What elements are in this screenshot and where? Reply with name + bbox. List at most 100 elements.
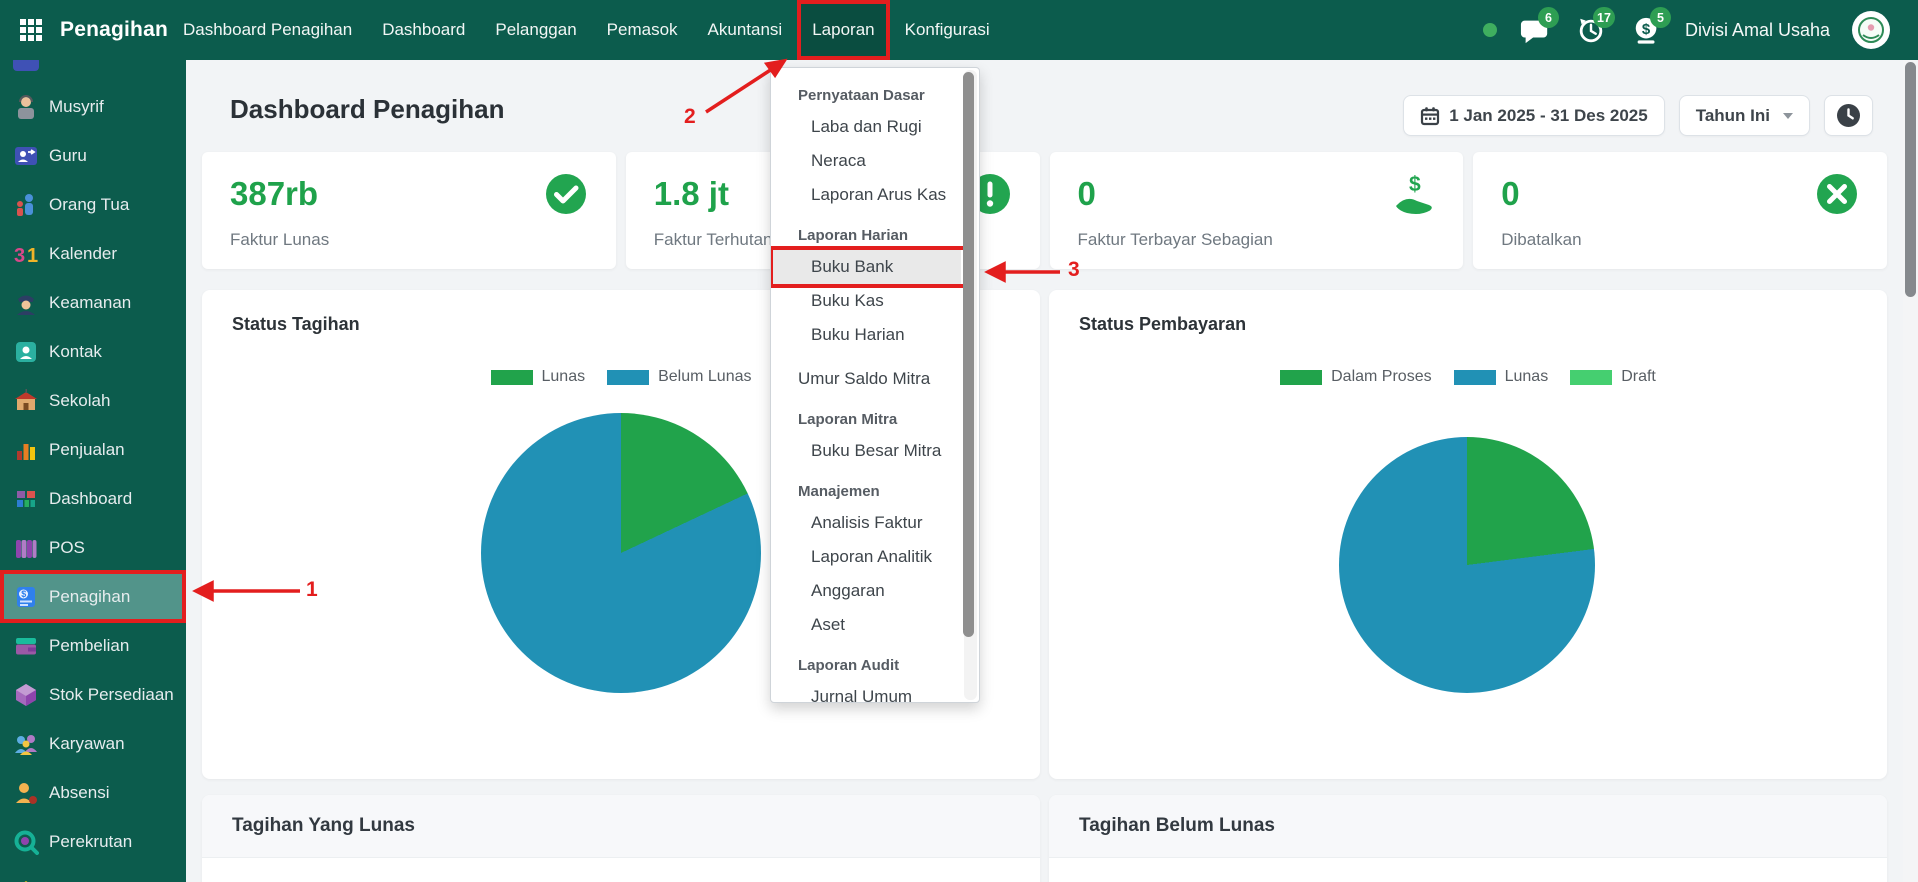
menu-item-anggaran[interactable]: Anggaran: [771, 574, 961, 608]
sidebar-item-label: Kontak: [49, 341, 102, 361]
laporan-dropdown-menu: Pernyataan Dasar Laba dan Rugi Neraca Lapor…: [770, 67, 980, 703]
guru-icon: [13, 143, 39, 169]
menu-item-buku-kas[interactable]: Buku Kas: [771, 284, 961, 318]
division-label[interactable]: Divisi Amal Usaha: [1685, 20, 1830, 41]
sidebar-item-cuti[interactable]: Cuti: [0, 866, 186, 882]
pie-chart-status-pembayaran: [1339, 437, 1595, 693]
period-select[interactable]: Tahun Ini: [1678, 95, 1810, 136]
page-scrollbar-track[interactable]: [1903, 60, 1918, 882]
sidebar-item-kontak[interactable]: Kontak: [0, 327, 186, 376]
menu-section-header: Laporan Harian: [798, 227, 909, 244]
user-avatar[interactable]: [1852, 11, 1890, 49]
perekrutan-icon: [13, 829, 39, 855]
stat-value: 0: [1077, 175, 1096, 212]
sidebar-item-label: Perekrutan: [49, 831, 133, 851]
notification-badge: 5: [1649, 7, 1671, 28]
clipped-icon: [13, 60, 39, 71]
stat-label: Dibatalkan: [1501, 230, 1582, 249]
sidebar-item-clipped[interactable]: [0, 60, 186, 82]
sekolah-icon: [13, 388, 39, 414]
pos-icon: [13, 535, 39, 561]
chevron-down-icon: [1783, 112, 1793, 119]
menu-item-jurnal-umum[interactable]: Jurnal Umum: [771, 680, 961, 702]
nav-item-dashboard[interactable]: Dashboard: [367, 0, 480, 60]
menu-section-header: Laporan Mitra: [798, 411, 898, 428]
sidebar-item-label: Penagihan: [49, 586, 131, 606]
menu-item-buku-besar-mitra[interactable]: Buku Besar Mitra: [771, 434, 961, 468]
dropdown-scrollbar-track[interactable]: [963, 70, 977, 700]
menu-section-header: Manajemen: [798, 483, 880, 500]
sidebar-item-pos[interactable]: POS: [0, 523, 186, 572]
nav-item-dashboard-penagihan[interactable]: Dashboard Penagihan: [168, 0, 367, 60]
sidebar-item-keamanan[interactable]: Keamanan: [0, 278, 186, 327]
sidebar-item-absensi[interactable]: Absensi: [0, 768, 186, 817]
check-circle-icon: [544, 172, 588, 216]
nav-item-konfigurasi[interactable]: Konfigurasi: [890, 0, 1005, 60]
panel-title: Tagihan Yang Lunas: [202, 795, 1040, 858]
absensi-icon: [13, 780, 39, 806]
date-range-button[interactable]: 1 Jan 2025 - 31 Des 2025: [1403, 95, 1665, 136]
sidebar-item-stok-persediaan[interactable]: Stok Persediaan: [0, 670, 186, 719]
nav-item-pemasok[interactable]: Pemasok: [592, 0, 693, 60]
history-icon[interactable]: 17: [1575, 7, 1615, 46]
brand-block[interactable]: Penagihan: [0, 17, 168, 43]
x-circle-icon: [1815, 172, 1859, 216]
legend-item-lunas[interactable]: Lunas: [1453, 368, 1548, 386]
sidebar-item-perekrutan[interactable]: Perekrutan: [0, 817, 186, 866]
menu-item-buku-bank[interactable]: Buku Bank: [771, 246, 975, 288]
sidebar-item-orang-tua[interactable]: Orang Tua: [0, 180, 186, 229]
apps-grid-icon[interactable]: [18, 17, 44, 43]
cash-icon[interactable]: $5: [1631, 7, 1671, 46]
legend-item-lunas[interactable]: Lunas: [490, 368, 585, 386]
pie-chart-status-tagihan: [481, 413, 761, 693]
legend-label: Belum Lunas: [658, 368, 752, 385]
kalender-icon: 31: [13, 241, 39, 267]
legend-swatch: [1453, 369, 1496, 385]
nav-item-akuntansi[interactable]: Akuntansi: [693, 0, 798, 60]
menu-item-neraca[interactable]: Neraca: [771, 144, 961, 178]
page-scrollbar-thumb[interactable]: [1905, 62, 1916, 297]
stats-row: 387rb Faktur Lunas 1.8 jt Faktur Terhutang 0…: [202, 152, 1887, 269]
main-menu: Dashboard Penagihan Dashboard Pelanggan Pem…: [168, 0, 1005, 60]
stat-card-faktur-lunas: 387rb Faktur Lunas: [202, 152, 616, 269]
sidebar-item-guru[interactable]: Guru: [0, 131, 186, 180]
menu-item-laporan-analitik[interactable]: Laporan Analitik: [771, 540, 961, 574]
chat-icon[interactable]: 6: [1519, 7, 1559, 46]
sidebar-item-label: Kalender: [49, 243, 118, 263]
menu-item-umur-saldo-mitra[interactable]: Umur Saldo Mitra: [771, 362, 961, 396]
nav-item-pelanggan[interactable]: Pelanggan: [480, 0, 591, 60]
menu-item-analisis-faktur[interactable]: Analisis Faktur: [771, 506, 961, 540]
orang-tua-icon: [13, 192, 39, 218]
sidebar-item-label: Orang Tua: [49, 194, 130, 214]
legend-item-draft[interactable]: Draft: [1570, 368, 1656, 386]
sidebar-item-pembelian[interactable]: Pembelian: [0, 621, 186, 670]
legend-swatch: [490, 369, 533, 385]
sidebar-item-sekolah[interactable]: Sekolah: [0, 376, 186, 425]
karyawan-icon: [13, 731, 39, 757]
legend-item-belum-lunas[interactable]: Belum Lunas: [607, 368, 751, 386]
sidebar-item-kalender[interactable]: 3 1 Kalender: [0, 229, 186, 278]
sidebar-item-label: POS: [49, 537, 85, 557]
sidebar-item-label: Dashboard: [49, 488, 133, 508]
sidebar-item-musyrif[interactable]: Musyrif: [0, 82, 186, 131]
menu-item-laporan-arus-kas[interactable]: Laporan Arus Kas: [771, 178, 961, 212]
main-content: Dashboard Penagihan 1 Jan 2025 - 31 Des …: [186, 60, 1903, 882]
legend-item-dalam-proses[interactable]: Dalam Proses: [1280, 368, 1432, 386]
legend-swatch: [1280, 369, 1323, 385]
navbar-right: 6 17 $5 Divisi Amal Usaha: [1482, 7, 1918, 49]
sidebar-item-penjualan[interactable]: Penjualan: [0, 425, 186, 474]
nav-item-laporan[interactable]: Laporan: [797, 0, 891, 60]
time-history-button[interactable]: [1824, 95, 1873, 136]
notification-icons: 6 17 $5: [1519, 7, 1671, 46]
menu-item-laba-dan-rugi[interactable]: Laba dan Rugi: [771, 110, 961, 144]
sidebar-item-dashboard[interactable]: Dashboard: [0, 474, 186, 523]
keamanan-icon: [13, 290, 39, 316]
dropdown-scrollbar-thumb[interactable]: [963, 72, 974, 637]
sidebar-item-karyawan[interactable]: Karyawan: [0, 719, 186, 768]
sidebar-item-penagihan[interactable]: $ Penagihan: [0, 570, 186, 623]
svg-text:$: $: [1642, 21, 1651, 38]
calendar-icon: [1420, 106, 1440, 126]
sidebar-item-label: Absensi: [49, 782, 110, 802]
menu-item-aset[interactable]: Aset: [771, 608, 961, 642]
menu-item-buku-harian[interactable]: Buku Harian: [771, 318, 961, 352]
